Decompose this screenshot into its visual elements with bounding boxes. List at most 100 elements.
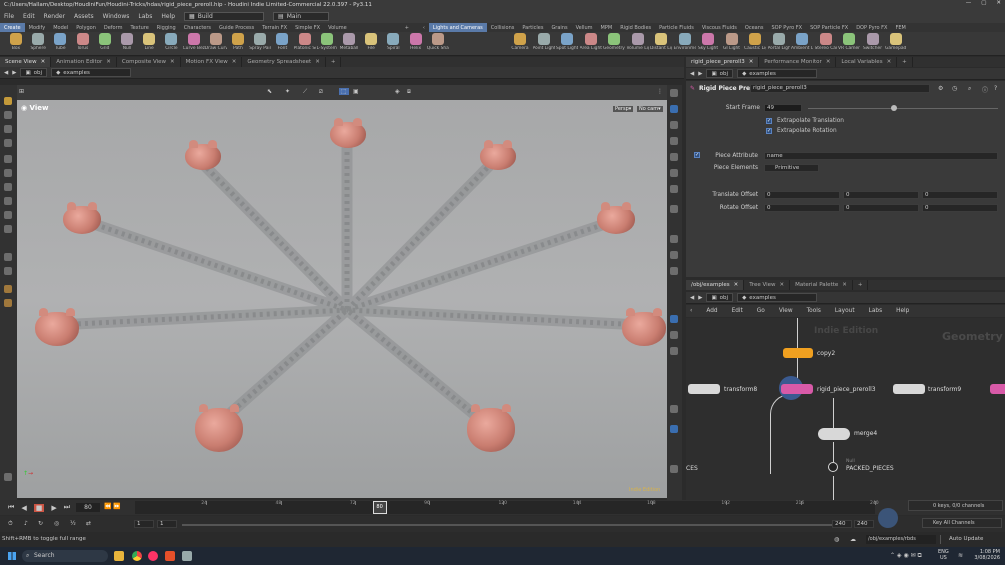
jump-end-icon[interactable]: ⏭ [64,503,70,512]
shelf-tool-metaball[interactable]: Metaball [338,33,360,51]
background-icon[interactable] [670,185,678,193]
shading-icon[interactable]: ◈ [395,88,400,95]
shelf-tab-model[interactable]: Model [49,23,72,32]
shelf-tab-terrain-fx[interactable]: Terrain FX [258,23,291,32]
key-all-channels-button[interactable]: Key All Channels [922,518,1002,528]
start-frame-slider[interactable] [808,105,998,111]
point-display-icon[interactable] [670,235,678,243]
node-transform8[interactable] [688,384,720,394]
keyframe-icon[interactable]: ⇄ [86,520,91,527]
shelf-tool-gi-light[interactable]: GI Light [721,33,743,51]
measure-tool-icon[interactable] [4,225,12,233]
back-icon[interactable]: ◀ [690,295,694,301]
persp-menu[interactable]: Persp▾ [613,106,634,112]
taskbar-search[interactable]: ⌕ Search [22,550,108,562]
shelf-tool-distant-light[interactable]: Distant Light [650,33,672,51]
paint-icon[interactable] [4,299,12,307]
start-frame-field[interactable]: 49 [764,104,802,112]
shelf-tab-particles[interactable]: Particles [518,23,547,32]
menu-assets[interactable]: Assets [74,13,94,20]
add-tab-icon[interactable]: + [853,280,869,290]
shelf-add-icon[interactable]: + [401,23,413,32]
range-start-field[interactable]: 1 [134,520,154,528]
clock[interactable]: 1:08 PM 3/08/2026 [972,549,1000,561]
range-slider[interactable] [182,524,832,526]
node-packed-pieces[interactable] [828,462,838,472]
path-node[interactable]: ◆ examples [737,69,818,78]
shelf-scroll-left-icon[interactable]: ‹ [419,23,429,32]
back-icon[interactable]: ◀ [4,70,8,76]
back-icon[interactable]: ◀ [690,71,694,77]
close-icon[interactable]: ✕ [170,59,175,65]
search-icon[interactable]: ⌕ [968,85,971,93]
firefox-icon[interactable] [148,551,158,561]
menu-edit[interactable]: Edit [23,13,35,20]
menu-file[interactable]: File [4,13,14,20]
hq-icon[interactable]: ◍ [834,536,839,543]
jump-start-icon[interactable]: ⏮ [8,503,14,512]
shelf-tool-helix[interactable]: Helix [405,33,427,51]
timeline-cursor[interactable]: 80 [372,501,387,514]
tab-local-variables[interactable]: Local Variables ✕ [836,57,898,67]
timeline-track[interactable]: 24 48 72 96 120 144 168 192 216 240 80 [135,501,879,514]
camera-menu[interactable]: No cam▾ [637,106,663,112]
menu-render[interactable]: Render [44,13,65,20]
close-button[interactable]: ✕ [996,0,1001,6]
handle-tool-icon[interactable] [4,155,12,163]
viewport-options-icon[interactable]: ⋮ [657,88,663,95]
path-node[interactable]: ◆ examples [737,293,818,302]
stats-icon[interactable] [670,405,678,413]
simulation-icon[interactable]: ◎ [54,520,59,527]
tab-material-palette[interactable]: Material Palette ✕ [790,280,853,290]
node-transform9[interactable] [893,384,925,394]
pose-tool-icon[interactable] [4,169,12,177]
shelf-tool-grid[interactable]: Grid [94,33,116,51]
frame-selected-icon[interactable] [670,121,678,129]
tab-tree-view[interactable]: Tree View ✕ [744,280,791,290]
tab-motion-fx-view[interactable]: Motion FX View ✕ [181,57,243,67]
audio-icon[interactable]: ♪ [24,520,28,527]
node-rigid-piece-preroll3[interactable] [781,384,813,394]
piece-attribute-field[interactable]: name [764,152,998,160]
rotate-tool-icon[interactable] [4,125,12,133]
maximize-button[interactable]: ▢ [981,0,986,6]
tray-icons[interactable]: ⌃ ◈ ◉ ✉ ⧉ [890,552,922,560]
shelf-tool-path[interactable]: Path [227,33,249,51]
display-mode-icon[interactable]: ▣ [353,88,359,95]
faces-mode-icon[interactable]: ⧄ [319,88,323,96]
auto-update-menu[interactable]: Auto Update [940,535,1002,544]
shelf-tab-characters[interactable]: Characters [180,23,215,32]
path-context[interactable]: ▣ obj [706,69,734,78]
shelf-tab-viscous-fluids[interactable]: Viscous Fluids [698,23,741,32]
shelf-tab-sop-particle[interactable]: SOP Particle FX [806,23,852,32]
shelf-tool-curve-bezier[interactable]: Curve Bezier [183,33,205,51]
hand-icon[interactable] [4,285,12,293]
network-menu-labs[interactable]: Labs [869,308,882,314]
wifi-icon[interactable]: ≋ [958,552,963,559]
play-icon[interactable]: ▶ [51,504,56,512]
shelf-tool-font[interactable]: Font [271,33,293,51]
shelf-tool-volume-light[interactable]: Volume Light [627,33,649,51]
shelf-tool-torus[interactable]: Torus [72,33,94,51]
close-icon[interactable]: ✕ [41,59,46,65]
key-tool-icon[interactable] [878,508,898,528]
stop-icon[interactable]: ■ [33,503,45,512]
shelf-tool-tube[interactable]: Tube [49,33,71,51]
shelf-tool-spiral[interactable]: Spiral [382,33,404,51]
network-menu-go[interactable]: Go [757,308,765,314]
node-merge4[interactable] [818,428,850,440]
object-mode-icon[interactable]: ⬚ [339,88,349,95]
tab-scene-view[interactable]: Scene View ✕ [0,57,52,67]
camera-icon[interactable]: ⧇ [407,88,411,96]
shadows-icon[interactable] [670,153,678,161]
shelf-tool-switcher[interactable]: Switcher [862,33,884,51]
3d-viewport[interactable]: ◉ View Persp▾ No cam▾ ↑→ Indie Edition [17,100,667,498]
scale-tool-icon[interactable] [4,139,12,147]
translate-offset-x[interactable]: 0 [764,191,840,199]
close-icon[interactable]: ✕ [826,59,831,65]
view-tool-icon[interactable] [4,197,12,205]
menu-windows[interactable]: Windows [103,13,130,20]
shelf-tab-particle-fluids[interactable]: Particle Fluids [655,23,698,32]
guide-icon[interactable] [670,347,678,355]
next-key-icon[interactable]: ⏩ [113,503,120,510]
